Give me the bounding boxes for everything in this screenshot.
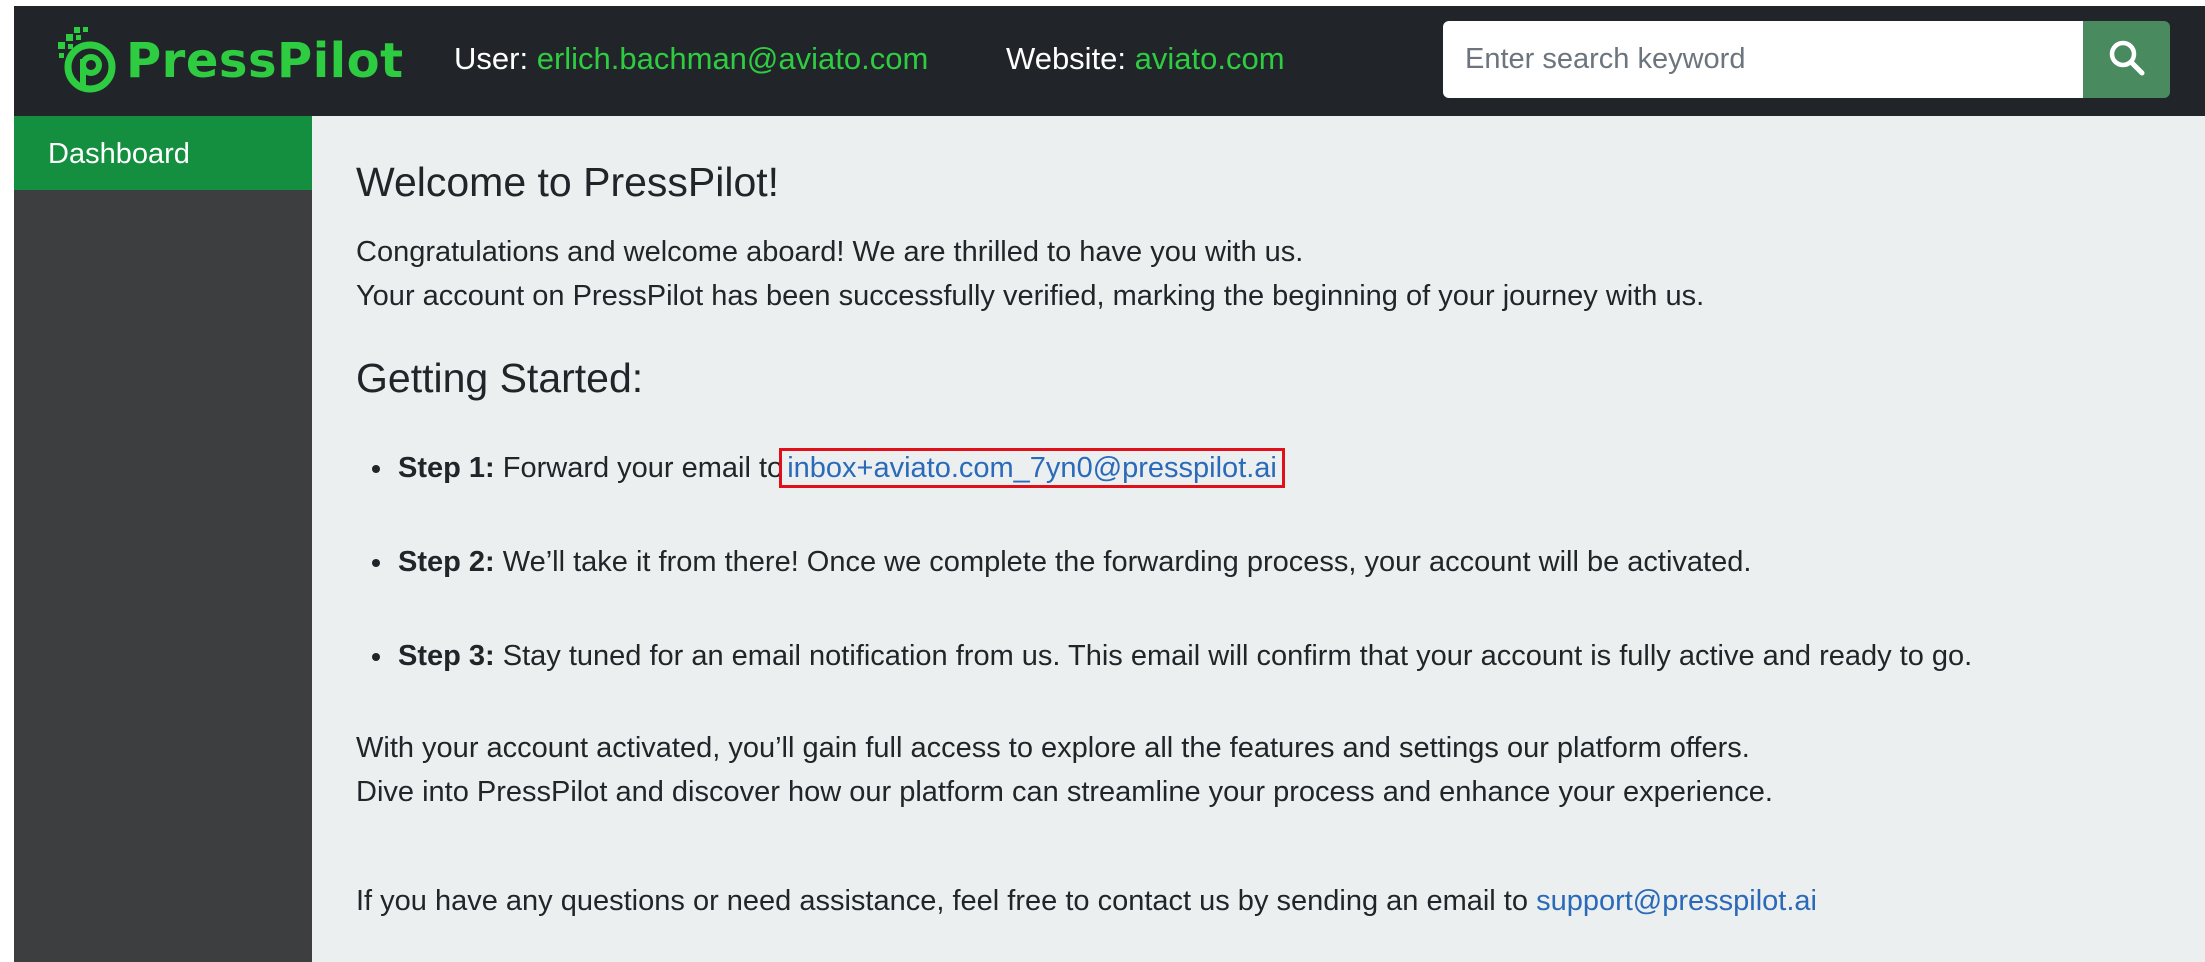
- step-text: Forward your email to: [502, 452, 784, 484]
- search-button[interactable]: [2083, 21, 2170, 98]
- outro-text: With your account activated, you’ll gain…: [356, 726, 1773, 814]
- user-label: User:: [454, 41, 529, 76]
- current-user: User: erlich.bachman@aviato.com: [454, 40, 928, 77]
- app-frame: PressPilot User: erlich.bachman@aviato.c…: [14, 6, 2205, 962]
- intro-text: Congratulations and welcome aboard! We a…: [356, 230, 1704, 318]
- sidebar-item-label: Dashboard: [48, 138, 190, 170]
- forwarding-email-link[interactable]: inbox+aviato.com_7yn0@presspilot.ai: [779, 448, 1285, 488]
- step-text: We’ll take it from there! Once we comple…: [502, 546, 1752, 578]
- search-form: [1443, 21, 2170, 98]
- website-value: aviato.com: [1134, 41, 1285, 76]
- step-label: Step 3:: [398, 640, 495, 672]
- outro-line-1: With your account activated, you’ll gain…: [356, 732, 1750, 764]
- user-email: erlich.bachman@aviato.com: [536, 41, 929, 76]
- brand-logo[interactable]: PressPilot: [54, 24, 404, 98]
- steps-list: Step 1: Forward your email to inbox+aviat…: [356, 446, 1972, 728]
- presspilot-logo-icon: [54, 25, 118, 97]
- support-email-link[interactable]: support@presspilot.ai: [1536, 885, 1817, 917]
- search-input[interactable]: [1443, 21, 2083, 98]
- website-label: Website:: [1006, 41, 1127, 76]
- sidebar-item-dashboard[interactable]: Dashboard: [14, 116, 312, 190]
- search-icon: [2107, 38, 2147, 81]
- current-website: Website: aviato.com: [1006, 40, 1285, 77]
- step-item-1: Step 1: Forward your email to inbox+aviat…: [356, 446, 1972, 490]
- step-item-2: Step 2: We’ll take it from there! Once w…: [356, 540, 1972, 584]
- intro-line-1: Congratulations and welcome aboard! We a…: [356, 236, 1304, 268]
- step-label: Step 2:: [398, 546, 495, 578]
- step-item-3: Step 3: Stay tuned for an email notifica…: [356, 634, 1972, 678]
- page-title: Welcome to PressPilot!: [356, 159, 780, 205]
- step-text: Stay tuned for an email notification fro…: [502, 640, 1973, 672]
- contact-text: If you have any questions or need assist…: [356, 879, 1817, 923]
- brand-name: PressPilot: [126, 33, 404, 89]
- top-navbar: PressPilot User: erlich.bachman@aviato.c…: [14, 6, 2205, 116]
- intro-line-2: Your account on PressPilot has been succ…: [356, 280, 1705, 312]
- outro-line-2: Dive into PressPilot and discover how ou…: [356, 776, 1773, 808]
- contact-message: If you have any questions or need assist…: [356, 885, 1528, 917]
- getting-started-heading: Getting Started:: [356, 355, 644, 401]
- sidebar: Dashboard: [14, 116, 312, 962]
- step-label: Step 1:: [398, 452, 495, 484]
